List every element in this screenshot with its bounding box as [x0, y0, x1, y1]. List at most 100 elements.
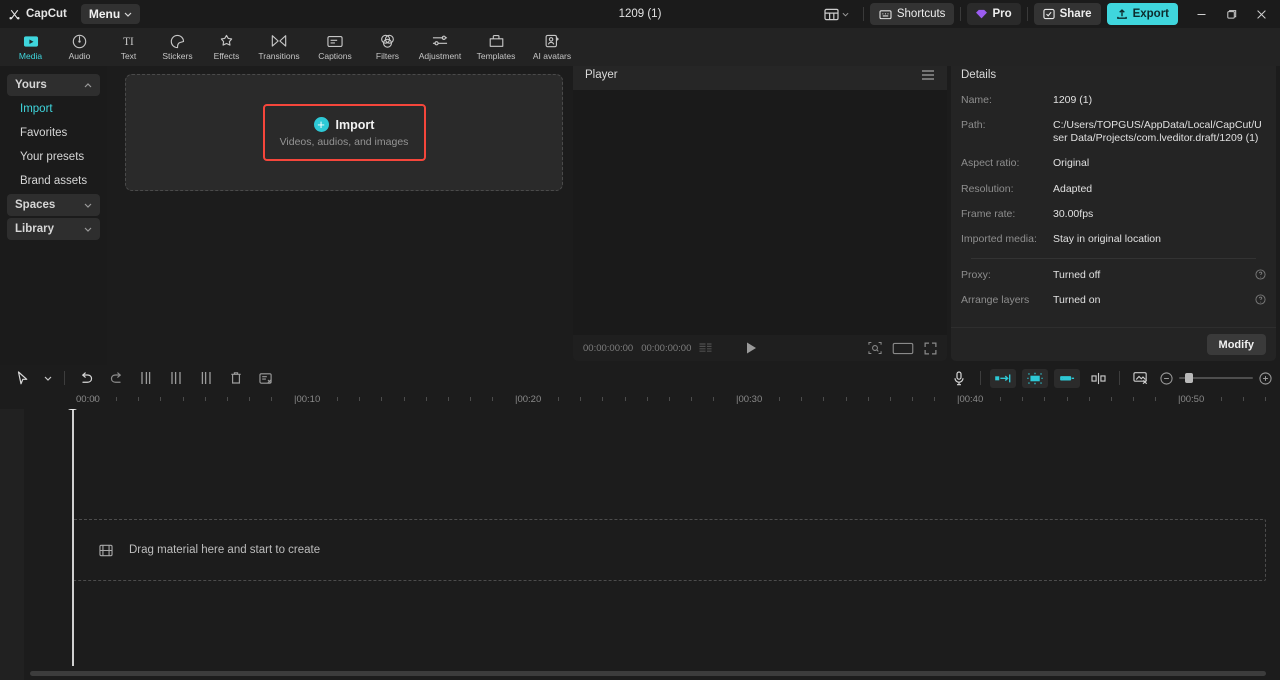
tab-templates[interactable]: Templates — [468, 28, 524, 66]
zoom-fit-icon[interactable] — [868, 341, 882, 355]
tab-filters[interactable]: Filters — [363, 28, 412, 66]
import-subtitle: Videos, audios, and images — [279, 136, 409, 148]
shortcuts-button[interactable]: Shortcuts — [869, 3, 955, 25]
layout-switcher-button[interactable] — [816, 3, 857, 25]
detail-value: Turned on — [1053, 294, 1101, 306]
tab-effects[interactable]: Effects — [202, 28, 251, 66]
divider — [1119, 371, 1120, 385]
player-canvas[interactable] — [573, 90, 947, 335]
sidebar-item-import[interactable]: Import — [7, 98, 100, 120]
share-button[interactable]: Share — [1033, 3, 1101, 25]
timeline-horizontal-scrollbar[interactable] — [30, 671, 1266, 676]
playlist-icon[interactable] — [699, 343, 712, 353]
tab-label: Effects — [213, 50, 240, 61]
tab-label: AI avatars — [532, 50, 572, 61]
microphone-icon[interactable] — [944, 366, 974, 390]
import-label: Import — [335, 117, 375, 132]
auto-cutout-icon[interactable] — [1022, 368, 1048, 388]
sidebar-item-label: Yours — [15, 79, 47, 91]
ruler-tick — [668, 397, 670, 401]
ruler-tick — [602, 397, 604, 401]
tab-captions[interactable]: Captions — [307, 28, 363, 66]
main-nav-tabs: Media Audio TI Text Stickers Effects Tra… — [0, 28, 1280, 66]
timeline-vertical-scrollbar[interactable] — [1272, 413, 1277, 666]
maximize-button[interactable] — [1216, 0, 1246, 28]
ruler-tick — [978, 397, 980, 401]
undo-icon[interactable] — [71, 366, 101, 390]
divider — [980, 371, 981, 385]
zoom-in-icon[interactable] — [1259, 371, 1272, 385]
sidebar-item-your-presets[interactable]: Your presets — [7, 146, 100, 168]
timeline-body[interactable]: Drag material here and start to create — [0, 409, 1280, 680]
play-button[interactable] — [746, 342, 757, 354]
player-menu-icon[interactable] — [921, 69, 935, 81]
select-cursor-icon[interactable] — [8, 366, 38, 390]
timeline-playhead[interactable] — [66, 409, 79, 666]
timeline-zoom-slider[interactable] — [1160, 371, 1272, 385]
tab-stickers[interactable]: Stickers — [153, 28, 202, 66]
timeline-toolbar — [0, 365, 1280, 391]
info-icon[interactable] — [1255, 269, 1266, 280]
speed-ramp-icon[interactable] — [990, 368, 1016, 388]
playhead-handle[interactable] — [66, 409, 79, 410]
detail-key: Frame rate: — [961, 207, 1016, 220]
sidebar-item-favorites[interactable]: Favorites — [7, 122, 100, 144]
minimize-button[interactable] — [1186, 0, 1216, 28]
sidebar-item-brand-assets[interactable]: Brand assets — [7, 170, 100, 192]
crop-icon[interactable] — [251, 366, 281, 390]
timeline-ruler[interactable]: 00:00 |00:10 |00:20 |00:30 |00:40 |00:50 — [0, 391, 1280, 409]
timeline-dropzone[interactable]: Drag material here and start to create — [72, 519, 1266, 581]
tab-text[interactable]: TI Text — [104, 28, 153, 66]
tab-adjustment[interactable]: Adjustment — [412, 28, 468, 66]
app-logo: CapCut — [8, 8, 67, 21]
modify-button[interactable]: Modify — [1206, 334, 1266, 355]
ruler-label: |00:20 — [515, 394, 542, 405]
detail-row-resolution: Resolution: Adapted — [961, 183, 1266, 196]
ruler-tick — [712, 397, 714, 401]
ruler-tick — [1022, 397, 1024, 401]
fullscreen-icon[interactable] — [924, 342, 937, 355]
import-dropzone[interactable]: + Import Videos, audios, and images — [125, 74, 563, 191]
divider — [862, 7, 864, 21]
ai-avatars-icon — [545, 34, 560, 49]
sidebar-item-yours[interactable]: Yours — [7, 74, 100, 96]
cursor-dropdown-icon[interactable] — [38, 366, 58, 390]
ruler-tick — [690, 397, 692, 401]
import-button[interactable]: + Import Videos, audios, and images — [262, 104, 426, 161]
capcut-window: CapCut Menu 1209 (1) Shortcuts Pro Share… — [0, 0, 1280, 680]
split-right-icon[interactable] — [191, 366, 221, 390]
menu-button[interactable]: Menu — [80, 4, 141, 24]
effects-icon — [219, 34, 234, 49]
tab-transitions[interactable]: Transitions — [251, 28, 307, 66]
pro-badge-button[interactable]: Pro — [967, 3, 1021, 25]
ruler-tick — [1199, 397, 1201, 401]
tab-audio[interactable]: Audio — [55, 28, 104, 66]
detail-row-name: Name: 1209 (1) — [961, 94, 1266, 107]
zoom-out-icon[interactable] — [1160, 371, 1173, 385]
diamond-icon — [976, 9, 988, 19]
zoom-knob[interactable] — [1185, 373, 1193, 383]
split-icon[interactable] — [161, 366, 191, 390]
info-icon[interactable] — [1255, 294, 1266, 305]
redo-icon[interactable] — [101, 366, 131, 390]
ruler-tick — [558, 397, 560, 401]
zoom-track[interactable] — [1179, 373, 1253, 383]
preview-render-icon[interactable] — [1126, 366, 1156, 390]
split-mirror-icon[interactable] — [1083, 366, 1113, 390]
tab-media[interactable]: Media — [6, 28, 55, 66]
close-button[interactable] — [1246, 0, 1276, 28]
ruler-tick — [823, 397, 825, 401]
split-left-icon[interactable] — [131, 366, 161, 390]
aspect-ratio-icon[interactable] — [892, 342, 914, 355]
menu-label: Menu — [88, 7, 121, 21]
sidebar-item-spaces[interactable]: Spaces — [7, 194, 100, 216]
delete-icon[interactable] — [221, 366, 251, 390]
ruler-label: |00:10 — [294, 394, 321, 405]
ruler-tick — [337, 397, 339, 401]
details-footer: Modify — [951, 327, 1276, 361]
keyframe-icon[interactable] — [1054, 368, 1080, 388]
sidebar-item-library[interactable]: Library — [7, 218, 100, 240]
keyboard-icon — [879, 9, 892, 20]
tab-ai-avatars[interactable]: AI avatars — [524, 28, 580, 66]
export-button[interactable]: Export — [1106, 3, 1178, 25]
